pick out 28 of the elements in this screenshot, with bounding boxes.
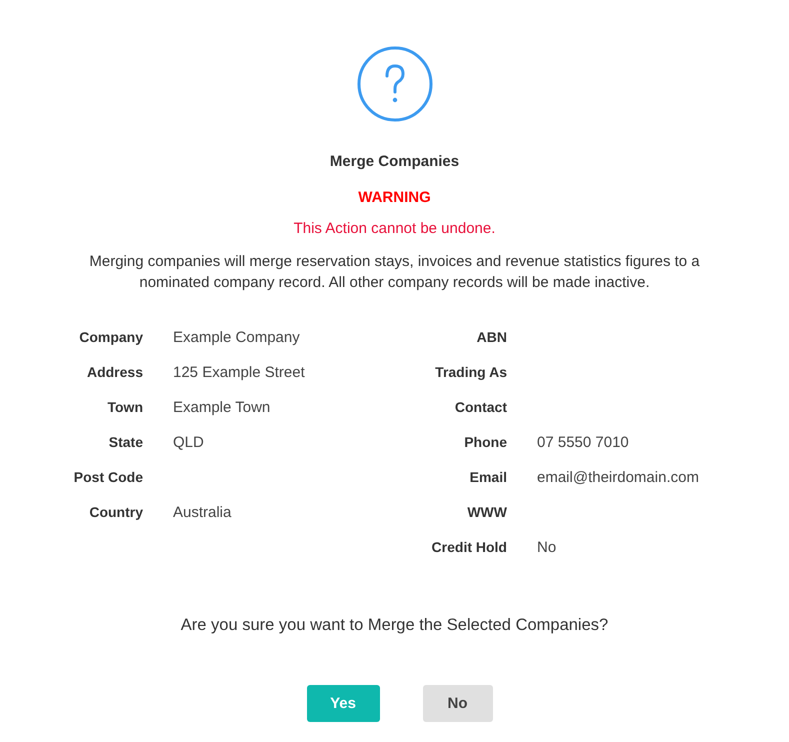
field-label: Trading As [434, 364, 507, 380]
field-value: 07 5550 7010 [537, 434, 630, 451]
field-value: QLD [173, 434, 205, 451]
field-value: Example Town [173, 399, 272, 416]
field-label: Country [88, 504, 143, 520]
confirm-question: Are you sure you want to Merge the Selected Companies? [180, 616, 608, 635]
field-value: 125 Example Street [173, 364, 306, 381]
no-button[interactable]: No [422, 685, 492, 722]
question-icon [356, 46, 432, 122]
field-label: Contact [454, 399, 507, 415]
field-value: Australia [173, 504, 232, 521]
field-label: Address [86, 364, 143, 380]
field-value: Example Company [173, 329, 301, 346]
field-label: Company [78, 329, 143, 345]
field-value: No [537, 539, 558, 556]
field-label: Phone [463, 434, 507, 450]
warning-heading: WARNING [358, 189, 431, 206]
field-label: WWW [466, 504, 507, 520]
field-label: Email [468, 469, 507, 485]
field-value: email@theirdomain.com [537, 469, 700, 486]
description-text: Merging companies will merge reservation stays, invoices and revenue statistics figures to a nominated company record. All other company records will be made inactive. [88, 252, 701, 293]
warning-text: This Action cannot be undone. [294, 220, 496, 237]
field-label: State [108, 434, 143, 450]
field-label: Town [106, 399, 143, 415]
dialog-title: Merge Companies [330, 153, 460, 170]
field-label: ABN [476, 329, 507, 345]
field-label: Post Code [72, 469, 143, 485]
field-label: Credit Hold [430, 539, 507, 555]
